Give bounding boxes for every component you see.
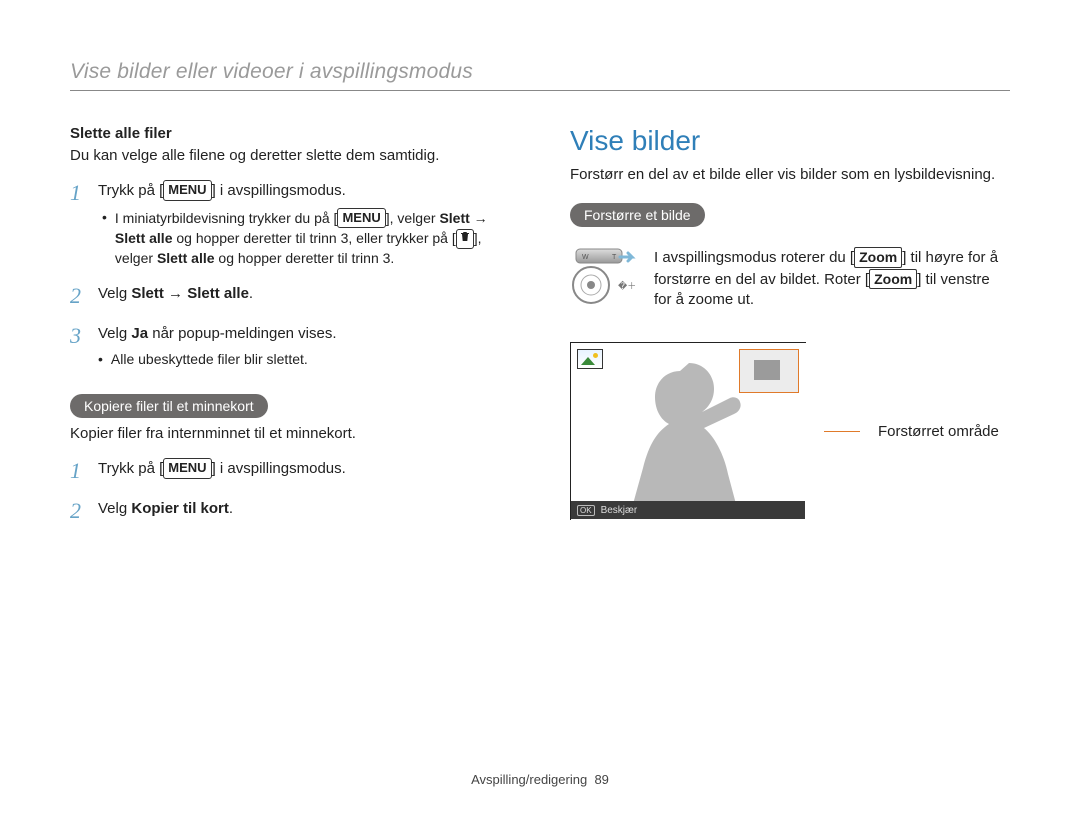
s2-bold: Slett → Slett alle — [131, 285, 249, 302]
zoom-label: Zoom — [869, 269, 917, 290]
s3-bold: Ja — [131, 325, 148, 342]
trash-icon — [456, 229, 474, 249]
step1-pre: Trykk på [ — [98, 182, 163, 199]
svg-text:�＋: �＋ — [618, 280, 636, 291]
breadcrumb: Vise bilder eller videoer i avspillingsm… — [70, 60, 1010, 84]
svg-text:T: T — [612, 254, 617, 261]
c2-bold: Kopier til kort — [131, 500, 229, 517]
callout-enlarged-area: Forstørret område — [878, 423, 999, 440]
c1-pre: Trykk på [ — [98, 460, 163, 477]
step-3-delete: 3 Velg Ja når popup-meldingen vises. All… — [70, 323, 510, 370]
svg-text:W: W — [582, 254, 589, 261]
preview-bottom-bar: OK Beskjær — [571, 501, 805, 519]
menu-icon: MENU — [163, 458, 211, 479]
s2-pre: Velg — [98, 285, 131, 302]
thumbnail-icon — [577, 349, 603, 369]
ok-icon: OK — [577, 505, 595, 516]
menu-icon: MENU — [163, 180, 211, 201]
right-column: Vise bilder Forstørr en del av et bilde … — [570, 125, 1010, 524]
page-footer: Avspilling/redigering 89 — [0, 772, 1080, 787]
zoom-dial-icon: W T �＋ — [570, 247, 636, 314]
s3-bullet: Alle ubeskyttede filer blir slettet. — [111, 350, 308, 370]
left-column: Slette alle filer Du kan velge alle file… — [70, 125, 510, 524]
zoom-pre: I avspillingsmodus roterer du [ — [654, 249, 854, 266]
zoom-label: Zoom — [854, 247, 902, 268]
menu-icon: MENU — [337, 208, 385, 228]
heading-delete-all: Slette alle filer — [70, 125, 510, 142]
s1b-pre: I miniatyrbildevisning trykker du på [ — [115, 210, 338, 226]
step-number: 2 — [70, 283, 88, 309]
step-2-copy: 2 Velg Kopier til kort. — [70, 498, 510, 524]
preview-screen: OK Beskjær — [570, 342, 806, 520]
pill-copy-files: Kopiere filer til et minnekort — [70, 394, 268, 418]
c1-post: ] i avspillingsmodus. — [212, 460, 346, 477]
header-rule — [70, 90, 1010, 91]
step-number: 2 — [70, 498, 88, 524]
step1-post: ] i avspillingsmodus. — [212, 182, 346, 199]
pill-enlarge: Forstørre et bilde — [570, 203, 705, 227]
step-2-delete: 2 Velg Slett → Slett alle. — [70, 283, 510, 309]
text-copy-files: Kopier filer fra internminnet til et min… — [70, 424, 510, 444]
step-number: 1 — [70, 458, 88, 484]
s3-post: når popup-meldingen vises. — [148, 325, 336, 342]
c2-pre: Velg — [98, 500, 131, 517]
s1b-mid1: ], velger — [386, 210, 440, 226]
s1b-bold2: Slett alle — [157, 250, 215, 266]
text-intro: Forstørr en del av et bilde eller vis bi… — [570, 165, 1010, 185]
s1b-mid2: og hopper deretter til trinn 3, eller tr… — [173, 230, 456, 246]
callout-line — [824, 431, 860, 432]
s3-pre: Velg — [98, 325, 131, 342]
text-delete-all: Du kan velge alle filene og deretter sle… — [70, 146, 510, 166]
step-1-delete: 1 Trykk på [MENU] i avspillingsmodus. I … — [70, 180, 510, 268]
zoom-area-box — [739, 349, 799, 393]
step-number: 3 — [70, 323, 88, 370]
crop-label: Beskjær — [601, 505, 638, 516]
footer-section: Avspilling/redigering — [471, 772, 587, 787]
s1b-mid4: og hopper deretter til trinn 3. — [215, 250, 395, 266]
step-number: 1 — [70, 180, 88, 268]
section-title-vise-bilder: Vise bilder — [570, 125, 1010, 157]
s2-post: . — [249, 285, 253, 302]
step-1-copy: 1 Trykk på [MENU] i avspillingsmodus. — [70, 458, 510, 484]
footer-page: 89 — [594, 772, 608, 787]
c2-post: . — [229, 500, 233, 517]
